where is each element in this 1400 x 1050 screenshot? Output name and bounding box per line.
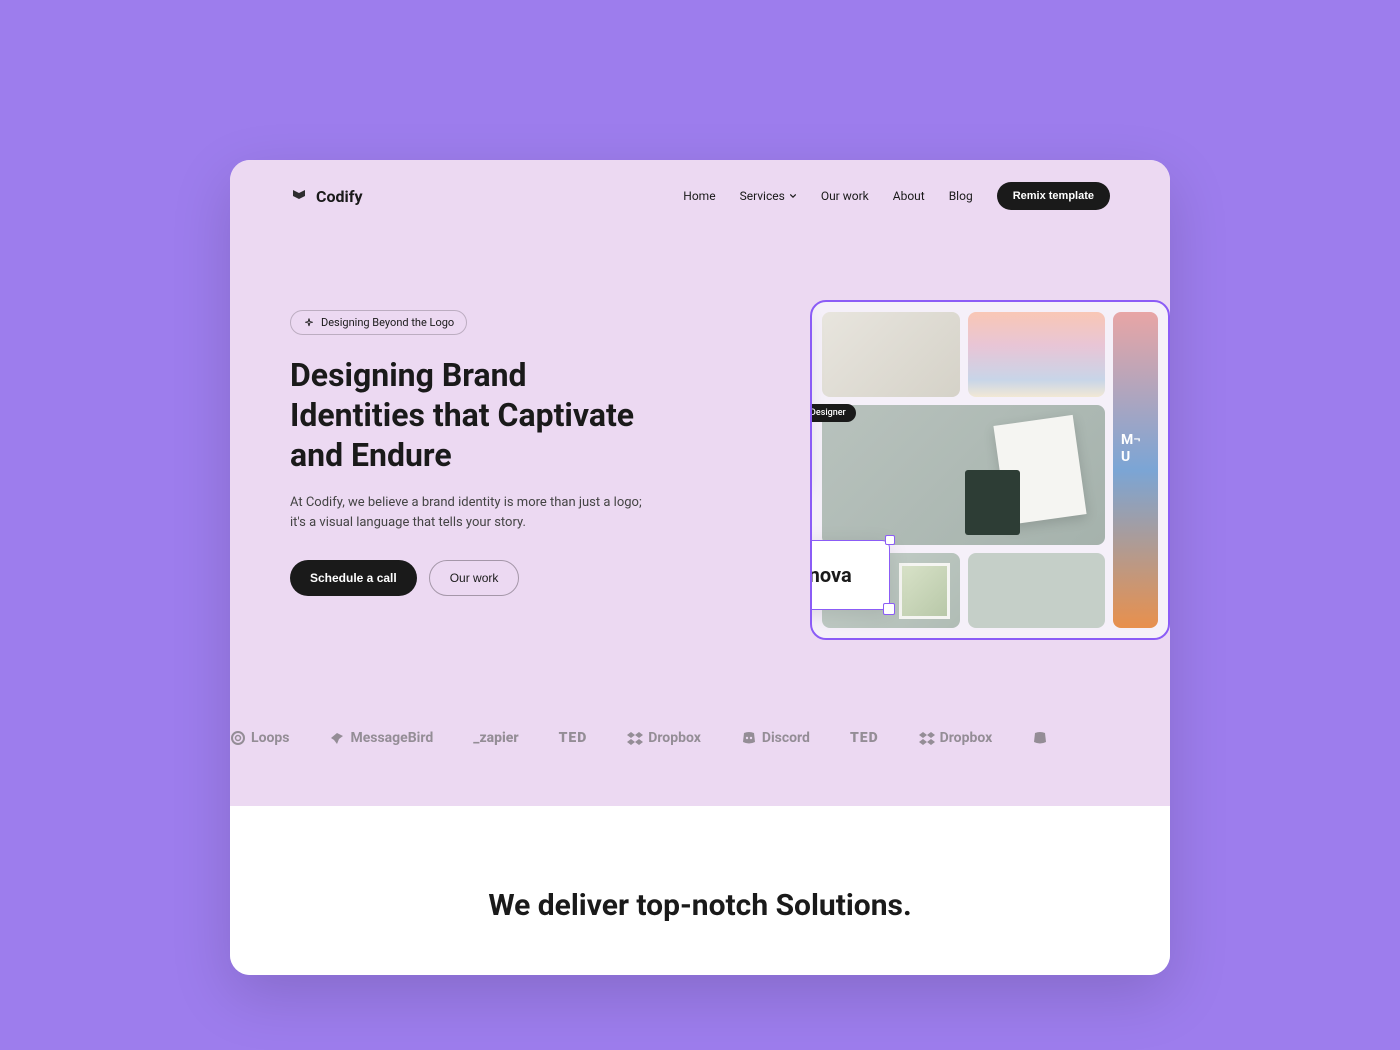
logo-discord-text: Discord — [762, 730, 810, 746]
nav-home[interactable]: Home — [683, 189, 715, 203]
logo-ted: TED — [559, 730, 588, 746]
logo-loops-text: Loops — [251, 730, 289, 746]
nav-links: Home Services Our work About Blog Re — [683, 182, 1110, 210]
logo-dropbox: Dropbox — [627, 730, 701, 746]
moodboard-frame: Designer Finova — [810, 300, 1170, 640]
hero-buttons: Schedule a call Our work — [290, 560, 650, 596]
logo-messagebird: MessageBird — [329, 730, 433, 746]
resize-handle[interactable] — [885, 535, 895, 545]
nav-blog-label: Blog — [949, 189, 973, 203]
hero-text-column: Designing Beyond the Logo Designing Bran… — [290, 310, 650, 596]
mood-tile-4 — [822, 405, 1105, 545]
remix-template-button[interactable]: Remix template — [997, 182, 1110, 210]
logo-zapier: _zapier — [473, 730, 518, 746]
schedule-call-button[interactable]: Schedule a call — [290, 560, 417, 596]
chevron-down-icon — [789, 192, 797, 200]
logo-discord-cut — [1032, 730, 1048, 746]
logo-discord: Discord — [741, 730, 810, 746]
nav-services[interactable]: Services — [740, 189, 797, 203]
solutions-section: We deliver top-notch Solutions. — [230, 806, 1170, 975]
nav-our-work-label: Our work — [821, 189, 869, 203]
sparkle-icon — [303, 317, 315, 329]
finova-text: Finova — [810, 563, 852, 587]
mood-tile-1 — [822, 312, 960, 397]
codify-logo-icon — [290, 187, 308, 205]
nav-blog[interactable]: Blog — [949, 189, 973, 203]
client-logos-strip: Loops MessageBird _zapier TED Dropbox Di… — [230, 730, 1170, 746]
brand-logo[interactable]: Codify — [290, 187, 363, 206]
logo-dropbox-2: Dropbox — [919, 730, 993, 746]
hero-content: Designing Beyond the Logo Designing Bran… — [290, 310, 1110, 660]
our-work-button[interactable]: Our work — [429, 560, 520, 596]
nav-home-label: Home — [683, 189, 715, 203]
hero-visual: Designer Finova — [740, 310, 1110, 660]
hero-section: Codify Home Services Our work About — [230, 160, 1170, 806]
nav-our-work[interactable]: Our work — [821, 189, 869, 203]
logo-ted-text: TED — [559, 730, 588, 746]
hero-description: At Codify, we believe a brand identity i… — [290, 493, 650, 532]
logo-loops: Loops — [230, 730, 289, 746]
brand-name: Codify — [316, 187, 363, 206]
nav-about-label: About — [893, 189, 925, 203]
hero-title: Designing Brand Identities that Captivat… — [290, 355, 650, 475]
app-window: Codify Home Services Our work About — [230, 160, 1170, 975]
hero-badge-text: Designing Beyond the Logo — [321, 316, 454, 329]
logo-dropbox-2-text: Dropbox — [940, 730, 993, 746]
hero-badge: Designing Beyond the Logo — [290, 310, 467, 335]
logo-messagebird-text: MessageBird — [350, 730, 433, 746]
cursor-label: Designer — [810, 404, 856, 422]
mood-tile-3 — [1113, 312, 1158, 628]
logo-ted-2-text: TED — [850, 730, 879, 746]
mood-tile-6 — [968, 553, 1106, 628]
logo-zapier-text: _zapier — [473, 730, 518, 746]
navbar: Codify Home Services Our work About — [290, 182, 1110, 210]
finova-selected-card[interactable]: Finova — [810, 540, 890, 610]
mood-tile-2 — [968, 312, 1106, 397]
nav-about[interactable]: About — [893, 189, 925, 203]
logo-ted-2: TED — [850, 730, 879, 746]
solutions-title: We deliver top-notch Solutions. — [290, 886, 1110, 925]
logo-dropbox-text: Dropbox — [648, 730, 701, 746]
nav-services-label: Services — [740, 189, 785, 203]
cursor-overlay: Designer — [810, 404, 856, 422]
